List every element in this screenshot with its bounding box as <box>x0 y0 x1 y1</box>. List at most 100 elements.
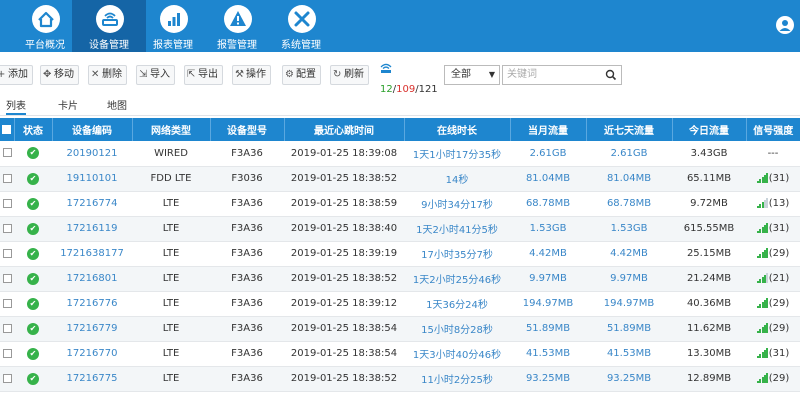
row-checkbox[interactable] <box>2 323 12 333</box>
table-row[interactable]: ✔ 17216776 LTE F3A36 2019-01-25 18:39:12 1天36… <box>0 291 800 317</box>
tab-card[interactable]: 卡片 <box>58 97 78 115</box>
table-row[interactable]: ✔ 1721638177 LTE F3A36 2019-01-25 18:39:19 17… <box>0 241 800 267</box>
row-checkbox[interactable] <box>2 223 12 233</box>
device-model-cell: F3A36 <box>210 366 284 392</box>
online-duration-cell: 1天36分24秒 <box>404 291 510 317</box>
status-cell: ✔ <box>14 366 52 392</box>
device-code-link[interactable]: 17216770 <box>52 341 132 367</box>
table-row[interactable]: ✔ 19110101 FDD LTE F3036 2019-01-25 18:38:52… <box>0 166 800 192</box>
select-all-header[interactable] <box>0 118 15 141</box>
week-traffic-cell: 9.97MB <box>586 266 672 292</box>
device-code-link[interactable]: 20190121 <box>52 141 132 167</box>
row-checkbox[interactable] <box>2 373 12 383</box>
signal-value: (31) <box>768 348 790 359</box>
device-code-link[interactable]: 17216779 <box>52 316 132 342</box>
row-checkbox-cell[interactable] <box>0 166 14 192</box>
device-code-link[interactable]: 17216774 <box>52 191 132 217</box>
add-button[interactable]: + 添加 <box>0 65 33 85</box>
week-traffic-cell: 68.78MB <box>586 191 672 217</box>
row-checkbox[interactable] <box>2 198 12 208</box>
delete-button[interactable]: ✕ 删除 <box>88 65 127 85</box>
row-checkbox[interactable] <box>2 173 12 183</box>
column-header[interactable]: 设备型号 <box>210 118 285 141</box>
row-checkbox-cell[interactable] <box>0 266 14 292</box>
row-checkbox[interactable] <box>2 248 12 258</box>
status-cell: ✔ <box>14 316 52 342</box>
column-header[interactable]: 最近心跳时间 <box>284 118 405 141</box>
signal-cell: (29) <box>746 291 800 317</box>
filter-select[interactable]: 全部 ▼ <box>444 65 500 85</box>
import-button[interactable]: ⇲ 导入 <box>136 65 175 85</box>
nav-item-report-management[interactable]: 报表管理 <box>136 0 210 52</box>
nav-item-device-management[interactable]: 设备管理 <box>72 0 146 52</box>
select-all-checkbox[interactable] <box>2 124 12 134</box>
week-traffic-cell: 2.61GB <box>586 141 672 167</box>
tab-list[interactable]: 列表 <box>6 97 26 115</box>
table-row[interactable]: ✔ 17216770 LTE F3A36 2019-01-25 18:38:54 1天3小… <box>0 341 800 367</box>
today-traffic-cell: 25.15MB <box>672 241 746 267</box>
search-icon[interactable] <box>605 68 617 82</box>
network-type-cell: LTE <box>132 316 210 342</box>
column-header[interactable]: 网络类型 <box>132 118 211 141</box>
column-header[interactable]: 近七天流量 <box>586 118 673 141</box>
search-placeholder: 关键词 <box>507 69 537 80</box>
status-cell: ✔ <box>14 291 52 317</box>
device-code-link[interactable]: 19110101 <box>52 166 132 192</box>
online-status-icon: ✔ <box>27 222 39 235</box>
device-code-link[interactable]: 1721638177 <box>52 241 132 267</box>
signal-cell: (29) <box>746 316 800 342</box>
table-row[interactable]: ✔ 17216119 LTE F3A36 2019-01-25 18:38:40 1天2小… <box>0 216 800 242</box>
online-status-icon: ✔ <box>27 147 39 160</box>
device-code-link[interactable]: 17216119 <box>52 216 132 242</box>
row-checkbox-cell[interactable] <box>0 141 14 167</box>
move-button[interactable]: ✥ 移动 <box>40 65 79 85</box>
row-checkbox-cell[interactable] <box>0 366 14 392</box>
column-header[interactable]: 今日流量 <box>672 118 747 141</box>
device-code-link[interactable]: 17216776 <box>52 291 132 317</box>
operate-button[interactable]: ⚒ 操作 <box>232 65 271 85</box>
move-button-label: 移动 <box>54 69 74 80</box>
user-icon[interactable] <box>776 16 794 34</box>
row-checkbox-cell[interactable] <box>0 241 14 267</box>
signal-cell: (21) <box>746 266 800 292</box>
table-row[interactable]: ✔ 20190121 WIRED F3A36 2019-01-25 18:39:08 1天… <box>0 141 800 167</box>
row-checkbox-cell[interactable] <box>0 316 14 342</box>
network-type-cell: LTE <box>132 366 210 392</box>
today-traffic-cell: 13.30MB <box>672 341 746 367</box>
month-traffic-cell: 41.53MB <box>510 341 586 367</box>
nav-item-platform-overview[interactable]: 平台概况 <box>8 0 82 52</box>
table-row[interactable]: ✔ 17216774 LTE F3A36 2019-01-25 18:38:59 9小时3… <box>0 191 800 217</box>
signal-value: --- <box>767 147 779 159</box>
refresh-button[interactable]: ↻ 刷新 <box>330 65 369 85</box>
delete-button-label: 删除 <box>102 69 122 80</box>
column-header[interactable]: 状态 <box>14 118 53 141</box>
column-header[interactable]: 在线时长 <box>404 118 511 141</box>
config-button[interactable]: ⚙ 配置 <box>282 65 321 85</box>
status-cell: ✔ <box>14 191 52 217</box>
export-button[interactable]: ⇱ 导出 <box>184 65 223 85</box>
row-checkbox-cell[interactable] <box>0 291 14 317</box>
tab-map[interactable]: 地图 <box>107 97 127 115</box>
online-duration-cell: 1天3小时40分46秒 <box>404 341 510 367</box>
table-row[interactable]: ✔ 17216779 LTE F3A36 2019-01-25 18:38:54 15小时… <box>0 316 800 342</box>
column-header[interactable]: 设备编码 <box>52 118 133 141</box>
device-code-link[interactable]: 17216801 <box>52 266 132 292</box>
row-checkbox[interactable] <box>2 148 12 158</box>
week-traffic-cell: 93.25MB <box>586 366 672 392</box>
month-traffic-cell: 93.25MB <box>510 366 586 392</box>
nav-item-alarm-management[interactable]: 报警管理 <box>200 0 274 52</box>
row-checkbox-cell[interactable] <box>0 341 14 367</box>
table-row[interactable]: ✔ 17216775 LTE F3A36 2019-01-25 18:38:52 11小时… <box>0 366 800 392</box>
column-header[interactable]: 当月流量 <box>510 118 587 141</box>
search-input[interactable]: 关键词 <box>502 65 622 85</box>
device-code-link[interactable]: 17216775 <box>52 366 132 392</box>
column-header[interactable]: 信号强度 <box>746 118 800 141</box>
row-checkbox-cell[interactable] <box>0 216 14 242</box>
row-checkbox[interactable] <box>2 273 12 283</box>
row-checkbox[interactable] <box>2 298 12 308</box>
nav-item-system-management[interactable]: 系统管理 <box>264 0 338 52</box>
row-checkbox-cell[interactable] <box>0 191 14 217</box>
table-row[interactable]: ✔ 17216801 LTE F3A36 2019-01-25 18:38:52 1天2小… <box>0 266 800 292</box>
network-type-cell: LTE <box>132 216 210 242</box>
row-checkbox[interactable] <box>2 348 12 358</box>
